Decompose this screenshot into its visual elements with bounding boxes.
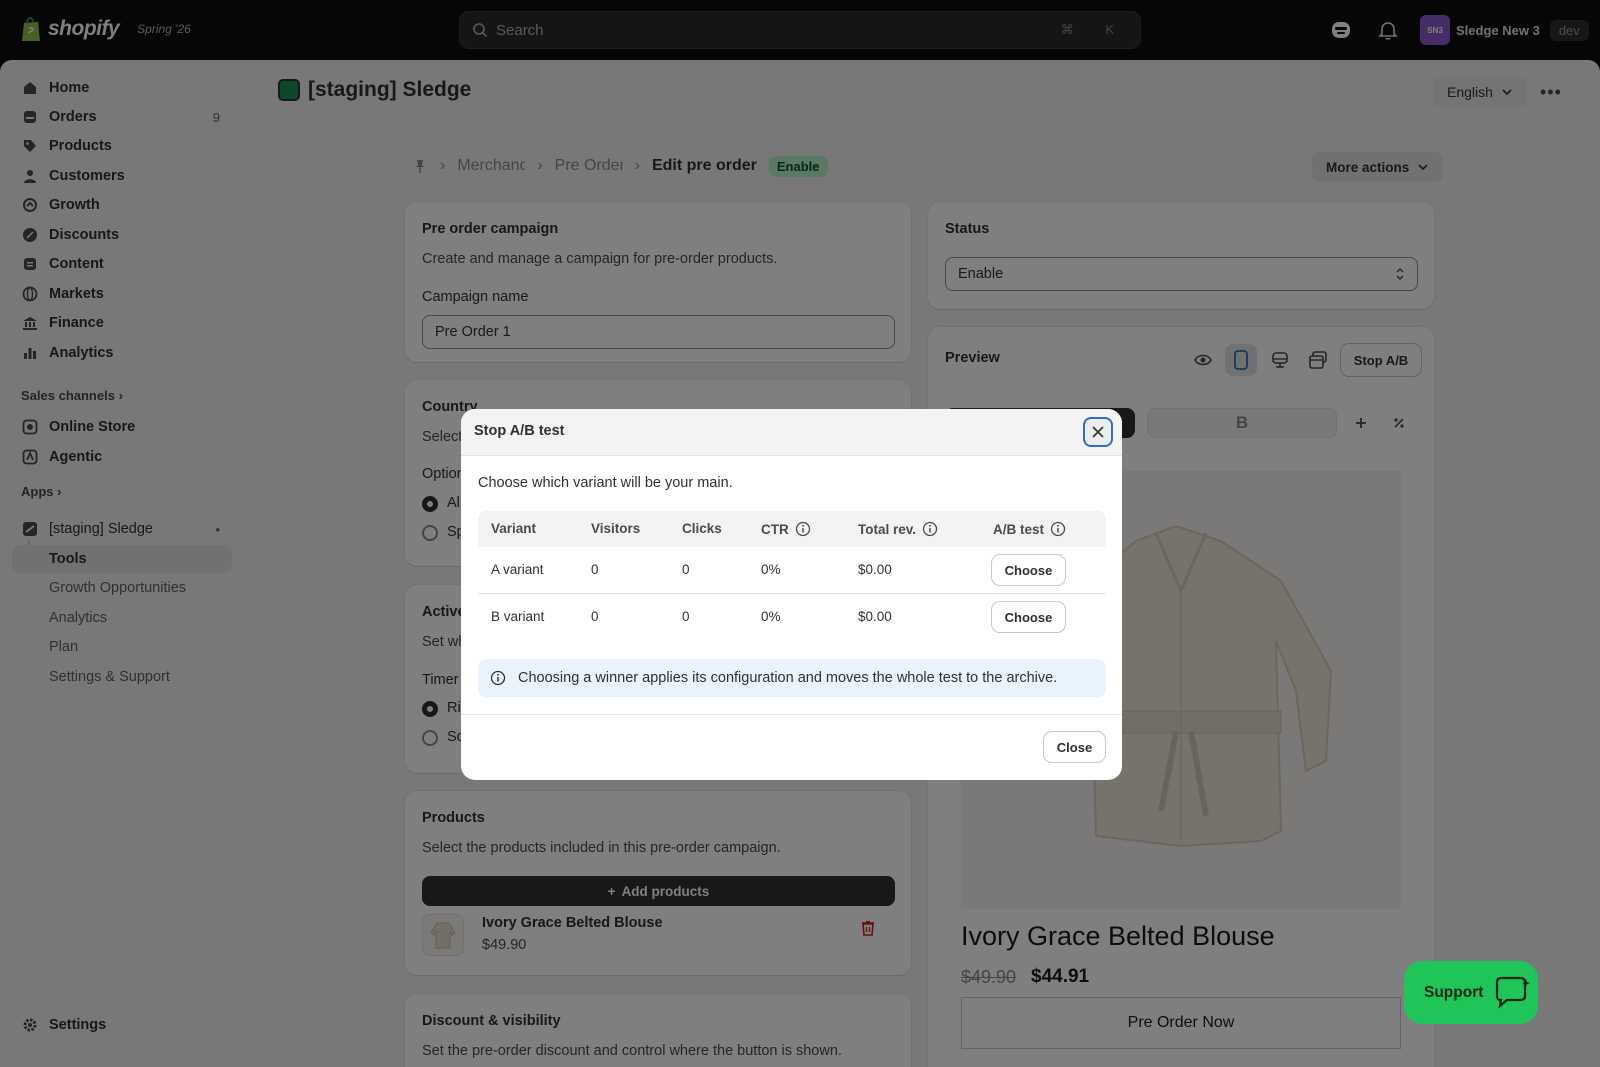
- info-banner: Choosing a winner applies its configurat…: [478, 659, 1106, 697]
- close-icon: [1092, 426, 1104, 438]
- cell-revenue: $0.00: [858, 562, 892, 577]
- col-ctr-label: CTR: [761, 521, 789, 537]
- info-icon: [490, 670, 506, 686]
- col-ctr: CTR: [761, 521, 811, 537]
- cell-variant: B variant: [491, 609, 545, 624]
- table-row: B variant 0 0 0% $0.00 Choose: [478, 594, 1106, 641]
- cell-visitors: 0: [591, 609, 599, 624]
- cell-ctr: 0%: [761, 562, 781, 577]
- choose-variant-a-button[interactable]: Choose: [992, 555, 1065, 585]
- info-icon[interactable]: [922, 521, 938, 537]
- cell-clicks: 0: [682, 609, 690, 624]
- support-button[interactable]: Support: [1404, 961, 1538, 1024]
- cell-clicks: 0: [682, 562, 690, 577]
- info-icon[interactable]: [1050, 521, 1066, 537]
- col-ab-test: A/B test: [993, 521, 1066, 537]
- cell-variant: A variant: [491, 562, 544, 577]
- modal-title: Stop A/B test: [474, 423, 565, 439]
- support-label: Support: [1424, 983, 1484, 1001]
- chat-bubble-icon: [1496, 976, 1531, 1009]
- close-button[interactable]: Close: [1044, 732, 1105, 762]
- modal-close-button[interactable]: [1083, 417, 1113, 447]
- col-visitors: Visitors: [591, 521, 641, 536]
- cell-revenue: $0.00: [858, 609, 892, 624]
- modal-header: Stop A/B test: [461, 409, 1122, 456]
- table-row: A variant 0 0 0% $0.00 Choose: [478, 547, 1106, 594]
- col-total-rev: Total rev.: [858, 521, 938, 537]
- modal-description: Choose which variant will be your main.: [478, 475, 733, 491]
- cell-visitors: 0: [591, 562, 599, 577]
- col-total-rev-label: Total rev.: [858, 521, 917, 537]
- col-ab-test-label: A/B test: [993, 521, 1045, 537]
- col-clicks: Clicks: [682, 521, 722, 536]
- cell-ctr: 0%: [761, 609, 781, 624]
- info-banner-text: Choosing a winner applies its configurat…: [518, 670, 1058, 686]
- info-icon[interactable]: [795, 521, 811, 537]
- choose-variant-b-button[interactable]: Choose: [992, 602, 1065, 632]
- col-variant: Variant: [491, 521, 537, 536]
- table-header: Variant Visitors Clicks CTR Total rev. A…: [478, 511, 1106, 547]
- modal-footer-divider: [461, 714, 1122, 715]
- stop-ab-test-modal: Stop A/B test Choose which variant will …: [461, 409, 1122, 780]
